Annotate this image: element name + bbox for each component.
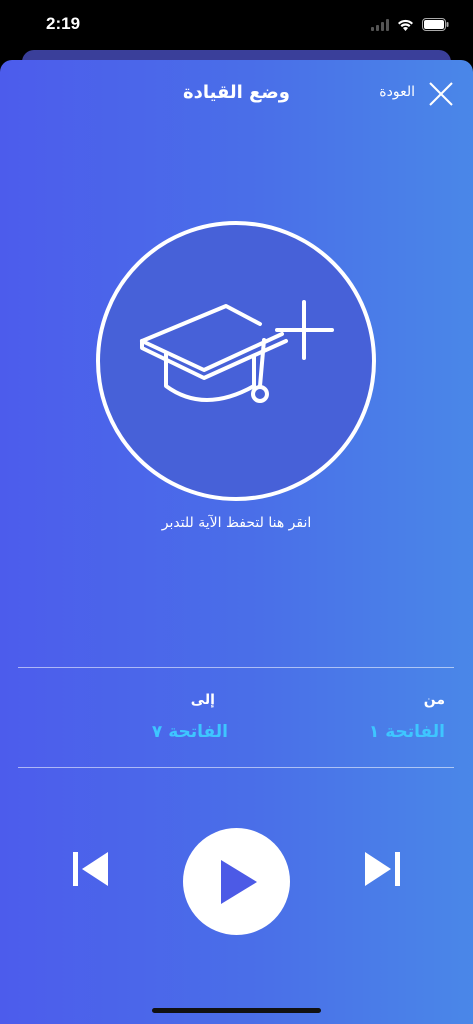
- status-bar: 2:19: [0, 0, 473, 50]
- memorize-hint: انقر هنا لتحفظ الآية للتدبر: [161, 515, 312, 531]
- divider-bottom: [18, 767, 454, 768]
- play-button[interactable]: [183, 828, 290, 935]
- next-button[interactable]: [363, 850, 401, 892]
- skip-next-icon: [365, 852, 400, 886]
- graduation-cap-plus-icon: [140, 300, 334, 403]
- back-label[interactable]: العودة: [379, 84, 415, 100]
- to-label: إلى: [190, 692, 215, 708]
- battery-icon: [422, 16, 449, 35]
- close-icon: [429, 82, 453, 106]
- memorize-button[interactable]: [96, 221, 376, 501]
- to-value[interactable]: الفاتحة ٧: [152, 722, 228, 742]
- home-indicator[interactable]: [152, 1008, 321, 1013]
- status-icons: [371, 16, 449, 35]
- status-time: 2:19: [46, 14, 81, 33]
- divider-top: [18, 667, 454, 668]
- driving-mode-sheet: وضع القيادة العودة انقر هنا لتحفظ الآية …: [0, 60, 473, 1024]
- wifi-icon: [397, 16, 414, 35]
- previous-button[interactable]: [72, 850, 110, 892]
- skip-previous-icon: [73, 852, 108, 886]
- from-value[interactable]: الفاتحة ١: [369, 722, 445, 742]
- cellular-signal-icon: [371, 16, 389, 35]
- from-label: من: [423, 692, 445, 708]
- close-button[interactable]: [427, 80, 455, 108]
- play-icon: [220, 859, 257, 904]
